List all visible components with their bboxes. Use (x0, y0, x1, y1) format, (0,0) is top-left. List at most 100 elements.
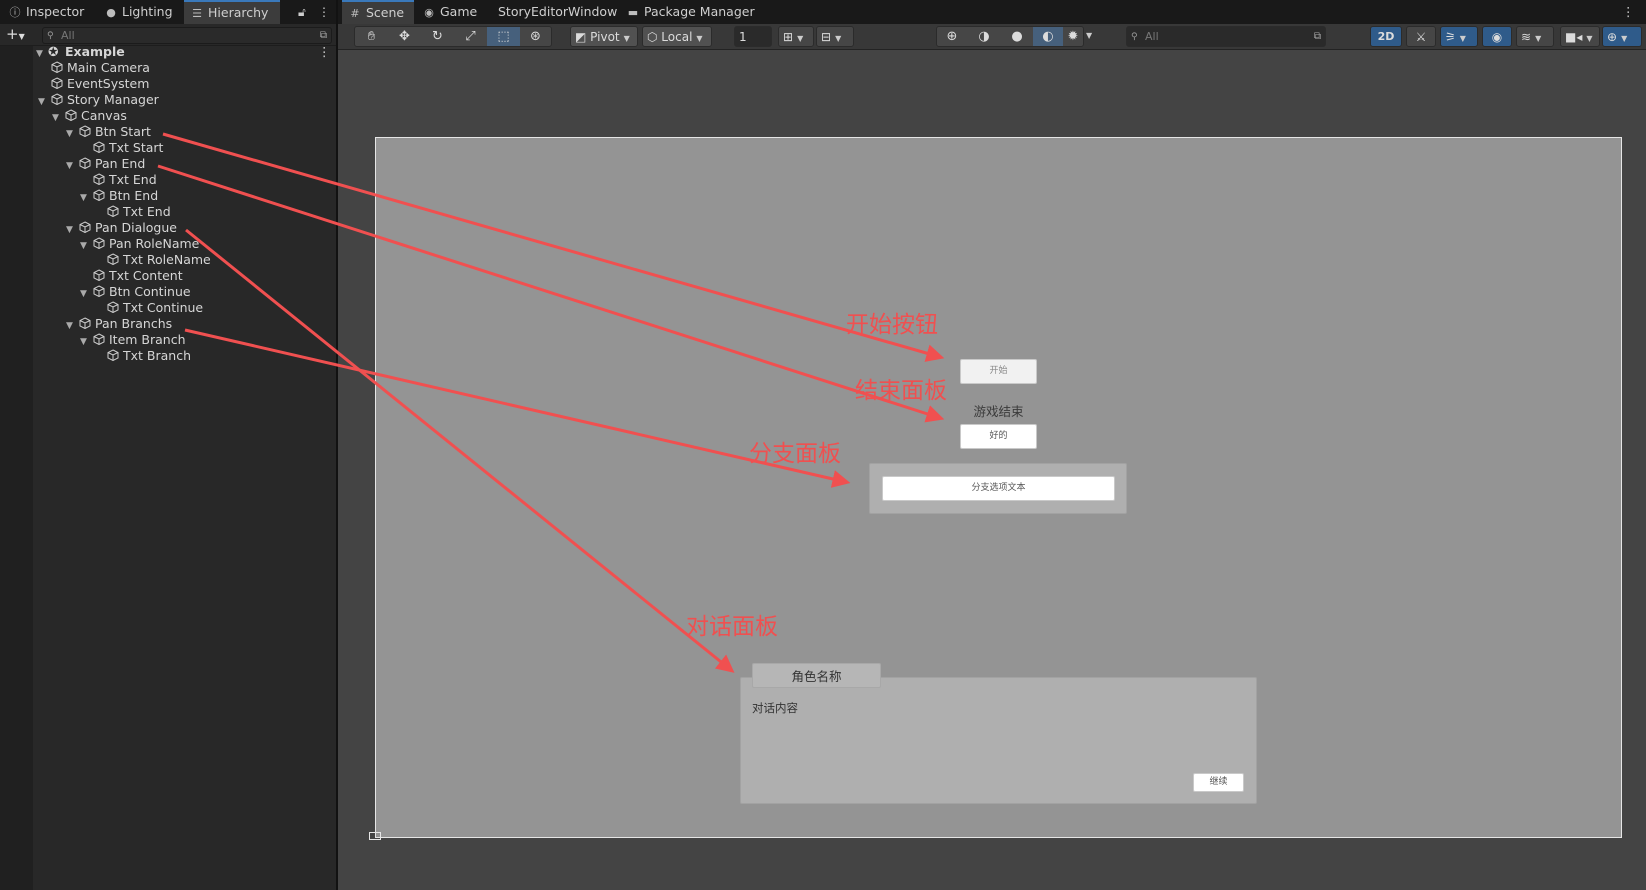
gameobject-icon (79, 157, 91, 169)
audio-toggle-icon[interactable]: ⚔ (1406, 26, 1436, 47)
gameobject-icon (107, 301, 119, 313)
continue-button[interactable]: 继续 (1193, 773, 1244, 792)
tab-scene[interactable]: # Scene (342, 0, 414, 24)
hand-tool-icon[interactable]: ✋︎ (355, 27, 388, 46)
tree-item[interactable]: ▼ Pan End (66, 156, 145, 172)
scene-search-input[interactable]: ⚲ All ⧉ (1126, 26, 1326, 47)
chevron-down-icon[interactable]: ▼ (66, 222, 78, 238)
layers-icon[interactable]: ⚞ ▼ (1440, 26, 1478, 47)
tree-item[interactable]: ▼ Pan Dialogue (66, 220, 177, 236)
start-button[interactable]: 开始 (960, 359, 1037, 384)
tab-package-manager[interactable]: ▬ Package Manager (626, 0, 755, 24)
tab-lighting[interactable]: ● Lighting (104, 0, 172, 24)
lighting-toggle-icon[interactable]: ◐ (1033, 27, 1063, 46)
gameobject-icon (51, 61, 63, 73)
tree-item[interactable]: ▼ Btn End (80, 188, 158, 204)
tree-item[interactable]: ▼ Btn Start (66, 124, 151, 140)
list-icon: ☰ (192, 7, 202, 20)
chevron-down-icon[interactable]: ▼ (80, 190, 92, 206)
grid-snap-icon[interactable]: ⊞ ▼ (778, 26, 814, 47)
gameobject-icon (107, 253, 119, 265)
tree-item[interactable]: ▼ Item Branch (80, 332, 186, 348)
shaded-wire-icon[interactable]: ◑ (967, 27, 1001, 46)
more-options-icon[interactable]: ⋮ (1622, 0, 1635, 24)
left-tab-bar: ⓘ Inspector ● Lighting ☰ Hierarchy 🔓︎ ⋮ (0, 0, 336, 24)
chevron-down-icon[interactable]: ▼ (66, 126, 78, 142)
chevron-down-icon[interactable]: ▼ (38, 94, 50, 110)
lock-icon[interactable]: 🔓︎ (298, 0, 306, 24)
pivot-icon: ◩ (575, 30, 591, 44)
shaded-icon[interactable]: ● (1001, 27, 1033, 46)
annotation-dialogue-label: 对话面板 (686, 614, 778, 640)
wireframe-icon[interactable]: ⊕ (937, 27, 967, 46)
dialogue-panel (740, 677, 1257, 804)
annotation-branch-label: 分支面板 (749, 441, 841, 467)
annotation-start-label: 开始按钮 (846, 312, 938, 338)
local-dropdown[interactable]: ⬡ Local ▼ (642, 26, 712, 47)
transform-tool-icon[interactable]: ⊛ (520, 27, 551, 46)
tree-item[interactable]: Txt End (106, 204, 171, 220)
chevron-down-icon[interactable]: ▼ (36, 46, 48, 62)
add-button[interactable]: +▼ (6, 25, 34, 43)
grid-visibility-icon[interactable]: ⊟ ▼ (816, 26, 854, 47)
tree-item[interactable]: Txt Continue (106, 300, 203, 316)
tab-game[interactable]: ◉ Game (422, 0, 477, 24)
visibility-eye-icon[interactable]: ◉ (1482, 26, 1512, 47)
grid-icon: # (350, 7, 360, 20)
tab-inspector[interactable]: ⓘ Inspector (8, 0, 85, 24)
gameobject-icon (107, 205, 119, 217)
search-options-icon[interactable]: ⧉ (1314, 27, 1321, 47)
tree-item[interactable]: ▼ Story Manager (38, 92, 159, 108)
chevron-down-icon[interactable]: ▼ (66, 158, 78, 174)
end-ok-button[interactable]: 好的 (960, 424, 1037, 449)
gizmos-icon[interactable]: ⊕ ▼ (1602, 26, 1642, 47)
chevron-down-icon[interactable]: ▼ (80, 238, 92, 254)
hierarchy-gutter (0, 46, 33, 890)
gameobject-icon (51, 77, 63, 89)
tree-item[interactable]: Txt End (92, 172, 157, 188)
tab-story-editor[interactable]: StoryEditorWindow (498, 0, 617, 24)
unity-scene-icon: ✪ (48, 44, 59, 59)
info-icon: ⓘ (9, 6, 21, 19)
canvas-corner-handle[interactable] (369, 832, 381, 840)
chevron-down-icon[interactable]: ▼ (1086, 26, 1100, 47)
move-tool-icon[interactable]: ✥ (388, 27, 421, 46)
tree-item[interactable]: Txt Start (92, 140, 163, 156)
more-options-icon[interactable]: ⋮ (318, 0, 330, 24)
tab-hierarchy[interactable]: ☰ Hierarchy (184, 0, 280, 24)
tree-item[interactable]: ▼ Pan RoleName (80, 236, 199, 252)
package-icon: ▬ (627, 6, 639, 19)
branch-item-button[interactable]: 分支选项文本 (882, 476, 1115, 501)
chevron-down-icon[interactable]: ▼ (52, 110, 64, 126)
search-options-icon[interactable]: ⧉ (320, 28, 327, 44)
rect-tool-icon[interactable]: ⬚ (487, 27, 520, 46)
chevron-down-icon[interactable]: ▼ (66, 318, 78, 334)
effects-icon[interactable]: ✹ (1063, 27, 1083, 46)
rotate-tool-icon[interactable]: ↻ (421, 27, 454, 46)
tree-item[interactable]: ▼ Pan Branchs (66, 316, 172, 332)
tree-item[interactable]: Main Camera (50, 60, 150, 76)
transform-tools: ✋︎ ✥ ↻ ⤢ ⬚ ⊛ (354, 26, 552, 47)
tree-item[interactable]: ▼ Btn Continue (80, 284, 191, 300)
gameobject-icon (107, 349, 119, 361)
scale-tool-icon[interactable]: ⤢ (454, 27, 487, 46)
layer-stack-icon[interactable]: ≋ ▼ (1516, 26, 1554, 47)
chevron-down-icon: ▼ (696, 34, 703, 43)
tree-item[interactable]: EventSystem (50, 76, 149, 92)
gameobject-icon (65, 109, 77, 121)
scene-more-icon[interactable]: ⋮ (318, 44, 331, 60)
chevron-down-icon[interactable]: ▼ (80, 334, 92, 350)
gameobject-icon (93, 285, 105, 297)
grid-size-field[interactable]: 1 (734, 26, 772, 47)
tree-item[interactable]: ▼ Canvas (52, 108, 127, 124)
chevron-down-icon[interactable]: ▼ (80, 286, 92, 302)
tree-root[interactable]: ▼ ✪ Example ⋮ (36, 44, 331, 62)
hierarchy-search-input[interactable]: ⚲ All ⧉ (42, 27, 332, 44)
2d-toggle-button[interactable]: 2D (1370, 26, 1402, 47)
pivot-dropdown[interactable]: ◩ Pivot ▼ (570, 26, 638, 47)
tree-item[interactable]: Txt RoleName (106, 252, 211, 268)
camera-icon[interactable]: ■◂ ▼ (1560, 26, 1600, 47)
tree-item[interactable]: Txt Branch (106, 348, 191, 364)
tree-item[interactable]: Txt Content (92, 268, 183, 284)
gameobject-icon (93, 237, 105, 249)
